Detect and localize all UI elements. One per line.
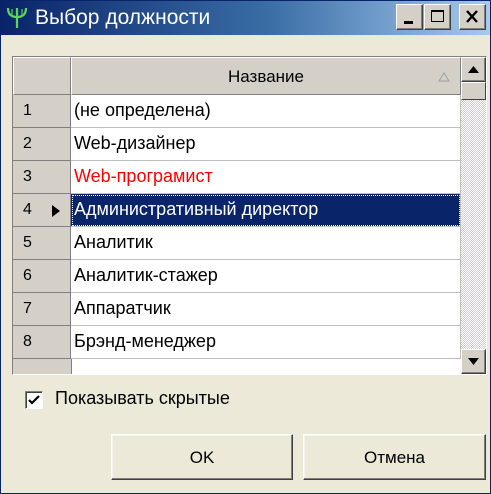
row-number-cell: 3 (13, 161, 71, 194)
positions-grid[interactable]: Название 1 (не определена) 2 Web-дизайне… (12, 56, 487, 375)
position-name-cell[interactable]: Web-дизайнер (71, 128, 461, 161)
column-header-label: Название (228, 67, 304, 86)
cancel-button[interactable]: Отмена (303, 434, 486, 480)
row-number-cell: 1 (13, 95, 71, 128)
position-name-cell[interactable]: Аналитик (71, 227, 461, 260)
dialog-window: Выбор должности Название 1 (не определен… (0, 0, 491, 494)
scroll-down-button[interactable] (461, 349, 486, 374)
table-row[interactable]: 8 Брэнд-менеджер (13, 326, 461, 359)
show-hidden-checkbox[interactable] (25, 391, 43, 409)
close-icon (466, 10, 478, 23)
position-name-cell[interactable]: Web-програмист (71, 161, 461, 194)
column-header-name[interactable]: Название (71, 57, 461, 95)
arrow-up-icon (468, 66, 479, 73)
arrow-down-icon (468, 358, 479, 365)
title-bar[interactable]: Выбор должности (1, 1, 490, 35)
position-name-cell[interactable]: Административный директор (71, 194, 461, 227)
table-row-selected[interactable]: 4 Административный директор (13, 194, 461, 227)
row-number-header (13, 57, 71, 95)
row-number-cell: 7 (13, 293, 71, 326)
vertical-scrollbar[interactable] (461, 57, 486, 374)
show-hidden-label[interactable]: Показывать скрытые (55, 388, 230, 409)
table-row[interactable]: 7 Аппаратчик (13, 293, 461, 326)
sort-ascending-icon (438, 72, 450, 82)
row-number-cell-empty (13, 359, 72, 374)
row-number-cell: 8 (13, 326, 71, 359)
scroll-up-button[interactable] (461, 57, 486, 82)
table-row[interactable]: 6 Аналитик-стажер (13, 260, 461, 293)
maximize-button[interactable] (424, 4, 451, 30)
pitchfork-app-icon (5, 6, 29, 30)
maximize-icon (431, 10, 444, 22)
window-title: Выбор должности (35, 6, 211, 29)
table-row[interactable]: 5 Аналитик (13, 227, 461, 260)
row-number-cell: 2 (13, 128, 71, 161)
position-name-cell[interactable]: Брэнд-менеджер (71, 326, 461, 359)
minimize-icon (404, 21, 413, 24)
row-number-cell: 6 (13, 260, 71, 293)
scroll-thumb[interactable] (461, 82, 486, 100)
checkmark-icon (28, 395, 40, 405)
minimize-button[interactable] (396, 4, 423, 30)
position-name-cell[interactable]: Аналитик-стажер (71, 260, 461, 293)
row-number-cell: 5 (13, 227, 71, 260)
ok-button[interactable]: OK (111, 434, 293, 480)
close-button[interactable] (459, 4, 486, 30)
current-row-pointer-icon (52, 205, 60, 217)
table-row[interactable]: 1 (не определена) (13, 95, 461, 128)
table-row[interactable]: 3 Web-програмист (13, 161, 461, 194)
row-number-cell: 4 (13, 194, 71, 227)
position-name-cell[interactable]: (не определена) (71, 95, 461, 128)
position-name-cell[interactable]: Аппаратчик (71, 293, 461, 326)
table-row[interactable]: 2 Web-дизайнер (13, 128, 461, 161)
position-name-cell-empty (71, 359, 462, 374)
